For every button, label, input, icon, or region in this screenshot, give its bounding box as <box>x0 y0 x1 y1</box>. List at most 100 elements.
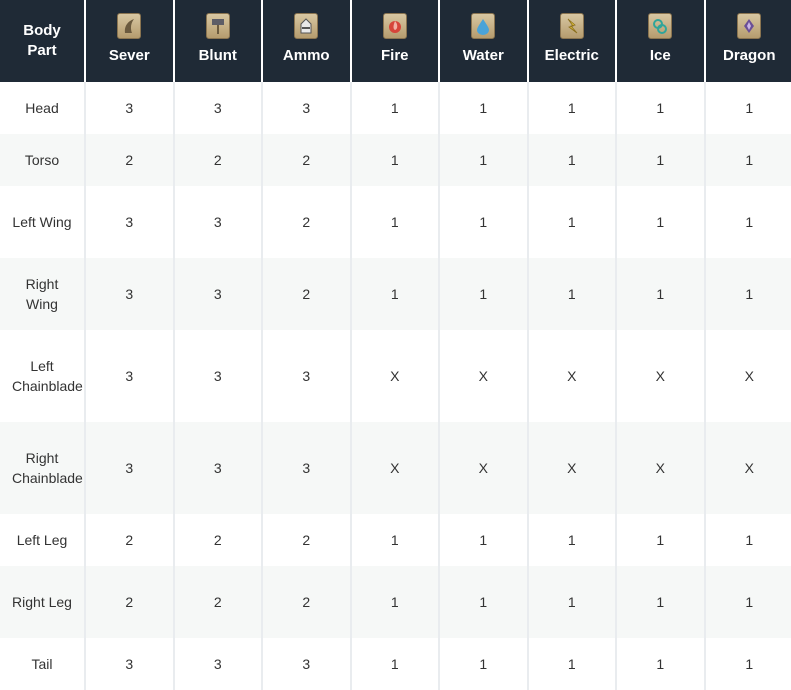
header-body-part-line2: Part <box>27 42 56 59</box>
value-cell-sever: 3 <box>85 330 174 422</box>
value-cell-electric: 1 <box>528 514 617 566</box>
value-cell-ammo: 3 <box>262 330 351 422</box>
table-row: Left Chainblade333XXXXX <box>0 330 791 422</box>
header-ammo-label: Ammo <box>283 47 330 64</box>
hitzone-table: Body Part Sever Blunt Ammo Fire Water El… <box>0 0 791 690</box>
value-cell-dragon: 1 <box>705 82 791 134</box>
value-cell-water: 1 <box>439 258 528 330</box>
value-cell-sever: 3 <box>85 638 174 690</box>
value-cell-fire: 1 <box>351 258 440 330</box>
ammo-icon <box>294 13 318 39</box>
value-cell-electric: 1 <box>528 134 617 186</box>
value-cell-sever: 3 <box>85 258 174 330</box>
value-cell-fire: 1 <box>351 134 440 186</box>
header-sever: Sever <box>85 0 174 82</box>
value-cell-ice: X <box>616 330 705 422</box>
value-cell-blunt: 3 <box>174 258 263 330</box>
value-cell-sever: 3 <box>85 82 174 134</box>
blunt-icon <box>206 13 230 39</box>
header-ice-label: Ice <box>650 47 671 64</box>
header-sever-label: Sever <box>109 47 150 64</box>
body-part-cell: Right Chainblade <box>0 422 85 514</box>
value-cell-ice: 1 <box>616 638 705 690</box>
body-part-cell: Right Leg <box>0 566 85 638</box>
value-cell-sever: 2 <box>85 134 174 186</box>
value-cell-electric: 1 <box>528 638 617 690</box>
value-cell-ammo: 2 <box>262 186 351 258</box>
header-ice: Ice <box>616 0 705 82</box>
body-part-cell: Left Chainblade <box>0 330 85 422</box>
value-cell-dragon: 1 <box>705 566 791 638</box>
value-cell-water: 1 <box>439 566 528 638</box>
value-cell-fire: 1 <box>351 566 440 638</box>
value-cell-fire: 1 <box>351 638 440 690</box>
value-cell-ice: 1 <box>616 82 705 134</box>
value-cell-ice: 1 <box>616 186 705 258</box>
header-ammo: Ammo <box>262 0 351 82</box>
body-part-cell: Right Wing <box>0 258 85 330</box>
value-cell-blunt: 2 <box>174 514 263 566</box>
sever-icon <box>117 13 141 39</box>
header-row: Body Part Sever Blunt Ammo Fire Water El… <box>0 0 791 82</box>
header-water: Water <box>439 0 528 82</box>
value-cell-electric: 1 <box>528 258 617 330</box>
table-row: Tail33311111 <box>0 638 791 690</box>
value-cell-ice: 1 <box>616 514 705 566</box>
fire-icon <box>383 13 407 39</box>
value-cell-fire: 1 <box>351 514 440 566</box>
value-cell-fire: X <box>351 330 440 422</box>
value-cell-fire: 1 <box>351 186 440 258</box>
value-cell-blunt: 3 <box>174 186 263 258</box>
value-cell-dragon: 1 <box>705 134 791 186</box>
value-cell-water: 1 <box>439 638 528 690</box>
header-body-part-line1: Body <box>23 22 61 39</box>
value-cell-water: X <box>439 330 528 422</box>
value-cell-dragon: 1 <box>705 186 791 258</box>
body-part-cell: Torso <box>0 134 85 186</box>
header-fire: Fire <box>351 0 440 82</box>
value-cell-ammo: 2 <box>262 134 351 186</box>
value-cell-electric: X <box>528 422 617 514</box>
value-cell-blunt: 3 <box>174 422 263 514</box>
header-body-part: Body Part <box>0 0 85 82</box>
value-cell-water: 1 <box>439 514 528 566</box>
value-cell-blunt: 3 <box>174 638 263 690</box>
table-row: Torso22211111 <box>0 134 791 186</box>
value-cell-ammo: 2 <box>262 514 351 566</box>
water-icon <box>471 13 495 39</box>
value-cell-water: X <box>439 422 528 514</box>
table-row: Right Chainblade333XXXXX <box>0 422 791 514</box>
value-cell-water: 1 <box>439 82 528 134</box>
value-cell-blunt: 3 <box>174 330 263 422</box>
value-cell-sever: 3 <box>85 422 174 514</box>
header-dragon-label: Dragon <box>723 47 776 64</box>
value-cell-ammo: 3 <box>262 82 351 134</box>
value-cell-water: 1 <box>439 186 528 258</box>
header-dragon: Dragon <box>705 0 791 82</box>
value-cell-ice: 1 <box>616 566 705 638</box>
value-cell-blunt: 2 <box>174 134 263 186</box>
table-row: Head33311111 <box>0 82 791 134</box>
value-cell-fire: X <box>351 422 440 514</box>
body-part-cell: Left Wing <box>0 186 85 258</box>
body-part-cell: Tail <box>0 638 85 690</box>
dragon-icon <box>737 13 761 39</box>
value-cell-electric: 1 <box>528 82 617 134</box>
value-cell-water: 1 <box>439 134 528 186</box>
ice-icon <box>648 13 672 39</box>
value-cell-dragon: X <box>705 330 791 422</box>
value-cell-ice: 1 <box>616 258 705 330</box>
value-cell-electric: X <box>528 330 617 422</box>
value-cell-ammo: 2 <box>262 258 351 330</box>
table-row: Right Leg22211111 <box>0 566 791 638</box>
body-part-cell: Head <box>0 82 85 134</box>
electric-icon <box>560 13 584 39</box>
table-row: Left Wing33211111 <box>0 186 791 258</box>
value-cell-ammo: 3 <box>262 422 351 514</box>
header-water-label: Water <box>463 47 504 64</box>
value-cell-dragon: 1 <box>705 638 791 690</box>
header-electric-label: Electric <box>545 47 599 64</box>
value-cell-electric: 1 <box>528 186 617 258</box>
value-cell-sever: 2 <box>85 566 174 638</box>
body-part-cell: Left Leg <box>0 514 85 566</box>
